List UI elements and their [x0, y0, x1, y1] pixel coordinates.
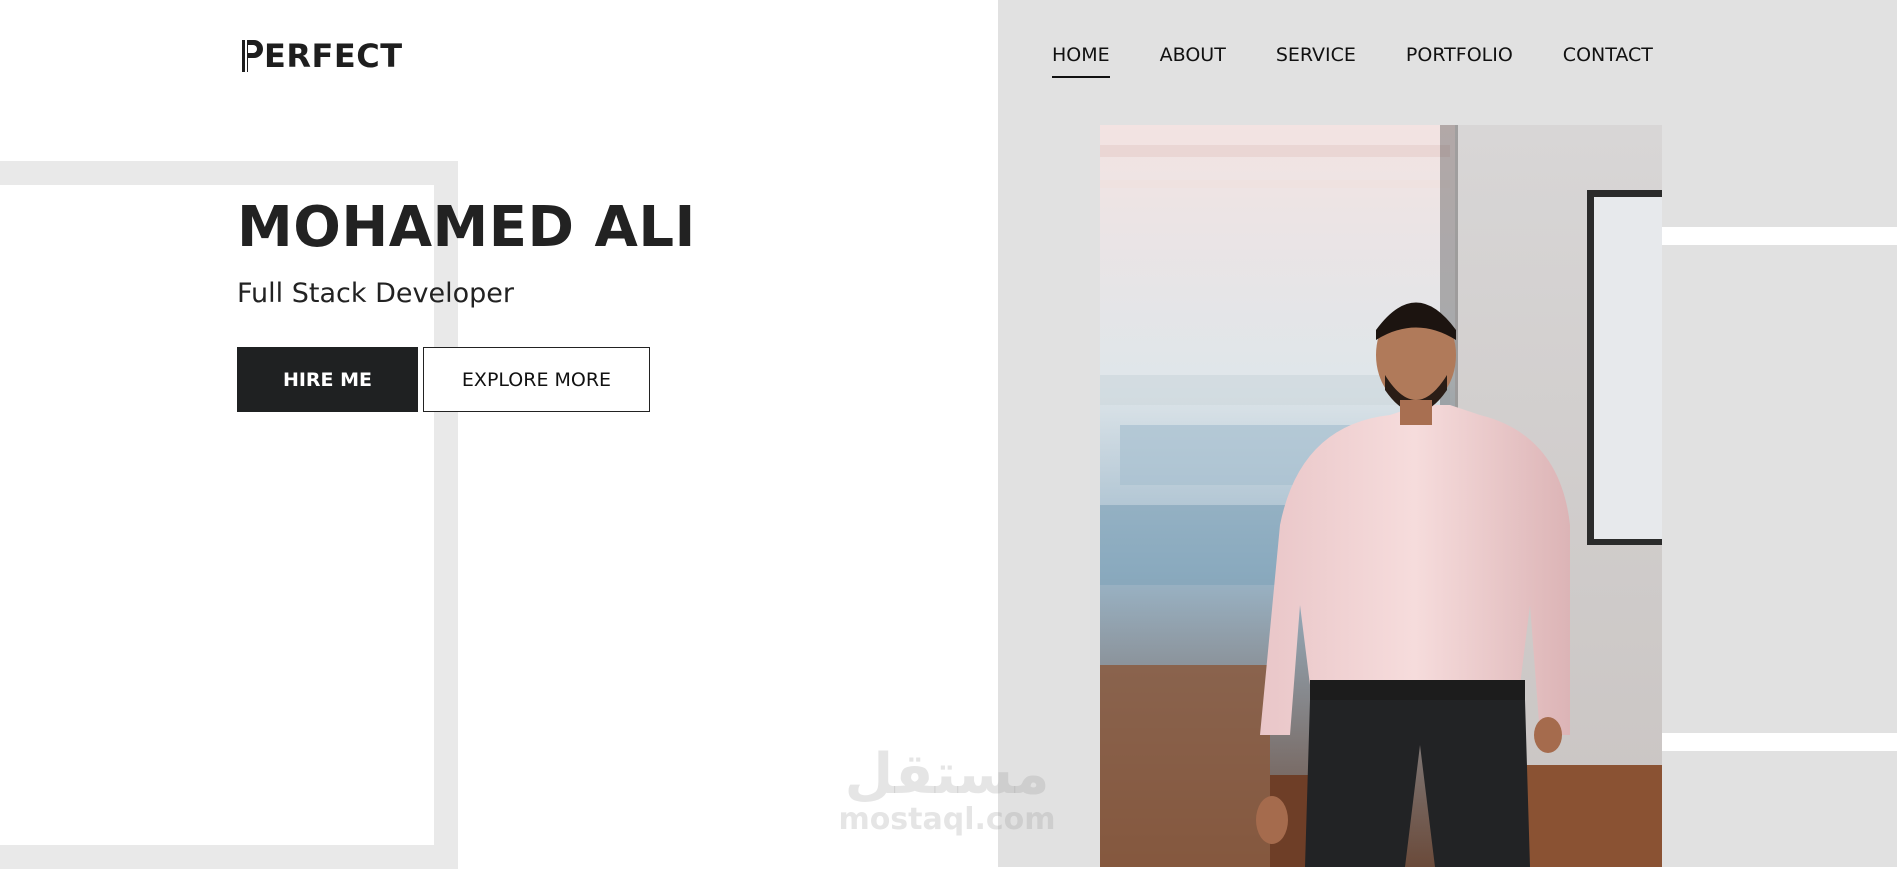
watermark: مستقل mostaql.com — [832, 745, 1062, 835]
hero-role: Full Stack Developer — [237, 278, 514, 309]
watermark-latin: mostaql.com — [838, 802, 1056, 837]
decorative-stripe-bottom — [1662, 733, 1897, 751]
watermark-arabic: مستقل — [844, 742, 1050, 807]
nav-home[interactable]: HOME — [1052, 44, 1110, 80]
nav-portfolio[interactable]: PORTFOLIO — [1406, 44, 1513, 80]
logo-p-icon — [242, 40, 263, 72]
portrait-photo — [1100, 125, 1662, 867]
brand-logo[interactable]: ERFECT — [240, 36, 403, 76]
nav-contact[interactable]: CONTACT — [1563, 44, 1653, 80]
explore-more-button[interactable]: EXPLORE MORE — [423, 347, 650, 412]
nav-service[interactable]: SERVICE — [1276, 44, 1356, 80]
hero-name: MOHAMED ALI — [237, 195, 696, 260]
nav-about[interactable]: ABOUT — [1160, 44, 1226, 80]
decorative-stripe-top — [1662, 227, 1897, 245]
hire-me-button[interactable]: HIRE ME — [237, 347, 418, 412]
decorative-frame — [0, 161, 458, 869]
logo-text: ERFECT — [264, 37, 403, 75]
main-navigation: HOME ABOUT SERVICE PORTFOLIO CONTACT — [1052, 44, 1653, 80]
